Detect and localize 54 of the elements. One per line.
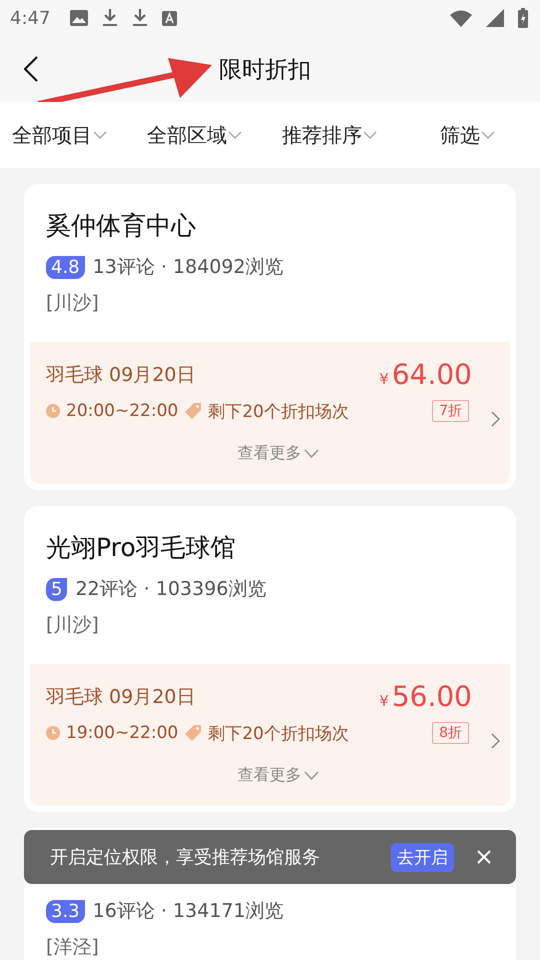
chevron-down-icon [304,449,318,458]
rating-badge: 5 [46,578,68,600]
chevron-right-icon [491,733,500,749]
filter-dropdown[interactable]: 筛选 [440,122,495,148]
tag-icon [184,403,202,419]
chevron-down-icon [304,771,318,780]
chevron-down-icon [481,131,495,139]
filter-dropdown[interactable]: 全部项目 [12,122,107,148]
chevron-down-icon [93,131,107,139]
venue-card[interactable]: 奚仲体育中心 4.8 13评论 · 184092浏览 [川沙] 羽毛球 09月20日 ¥64.00 20:00~22:00 剩下20个折扣场次 7折 查看更多 [24,184,516,490]
back-icon[interactable] [24,56,38,82]
venue-area: [川沙] [46,290,510,316]
rating-badge: 3.3 [46,900,85,922]
deal-time: 19:00~22:00 [66,723,178,743]
deal-panel[interactable]: 羽毛球 09月20日 ¥64.00 20:00~22:00 剩下20个折扣场次 7折 查看更多 [30,342,510,484]
deal-date: 羽毛球 09月20日 [46,684,196,710]
chevron-right-icon [491,411,500,427]
venue-name: 光翊Pro羽毛球馆 [46,532,237,564]
venue-name: 奚仲体育中心 [46,210,197,242]
filter-dropdown[interactable]: 推荐排序 [282,122,377,148]
wifi-icon [450,10,472,26]
deal-price: ¥56.00 [379,680,472,713]
remaining-slots: 剩下20个折扣场次 [208,400,349,422]
venue-area: [川沙] [46,612,510,638]
battery-icon [518,8,528,28]
app-notification-icon [162,10,178,26]
tag-icon [184,725,202,741]
toast-message: 开启定位权限，享受推荐场馆服务 [50,846,320,869]
filter-dropdown[interactable]: 全部区域 [147,122,242,148]
image-icon [70,10,88,26]
download-icon [132,9,148,27]
enable-button[interactable]: 去开启 [391,842,454,872]
deal-time: 20:00~22:00 [66,401,178,421]
signal-icon [486,9,504,27]
venue-stats: 16评论 · 134171浏览 [92,899,284,924]
venue-stats: 22评论 · 103396浏览 [75,577,266,602]
download-icon [102,9,118,27]
venue-card[interactable]: 光翊Pro羽毛球馆 5 22评论 · 103396浏览 [川沙] 羽毛球 09月20日 ¥56.00 19:00~22:00 剩下20个折扣场次 8折 查看更多 [24,506,516,812]
rating-badge: 4.8 [46,256,85,278]
clock-icon [46,726,60,740]
chevron-down-icon [228,131,242,139]
page-title: 限时折扣 [219,56,311,84]
status-time: 4:47 [10,8,50,28]
close-icon[interactable] [476,849,492,865]
deal-date: 羽毛球 09月20日 [46,362,196,388]
remaining-slots: 剩下20个折扣场次 [208,722,349,744]
clock-icon [46,404,60,418]
deal-panel[interactable]: 羽毛球 09月20日 ¥56.00 19:00~22:00 剩下20个折扣场次 8折 查看更多 [30,664,510,806]
venue-area: [洋泾] [46,934,510,960]
venue-stats: 13评论 · 184092浏览 [92,255,284,280]
chevron-down-icon [363,131,377,139]
discount-tag: 8折 [432,722,469,744]
discount-tag: 7折 [432,400,469,422]
deal-price: ¥64.00 [379,358,472,391]
